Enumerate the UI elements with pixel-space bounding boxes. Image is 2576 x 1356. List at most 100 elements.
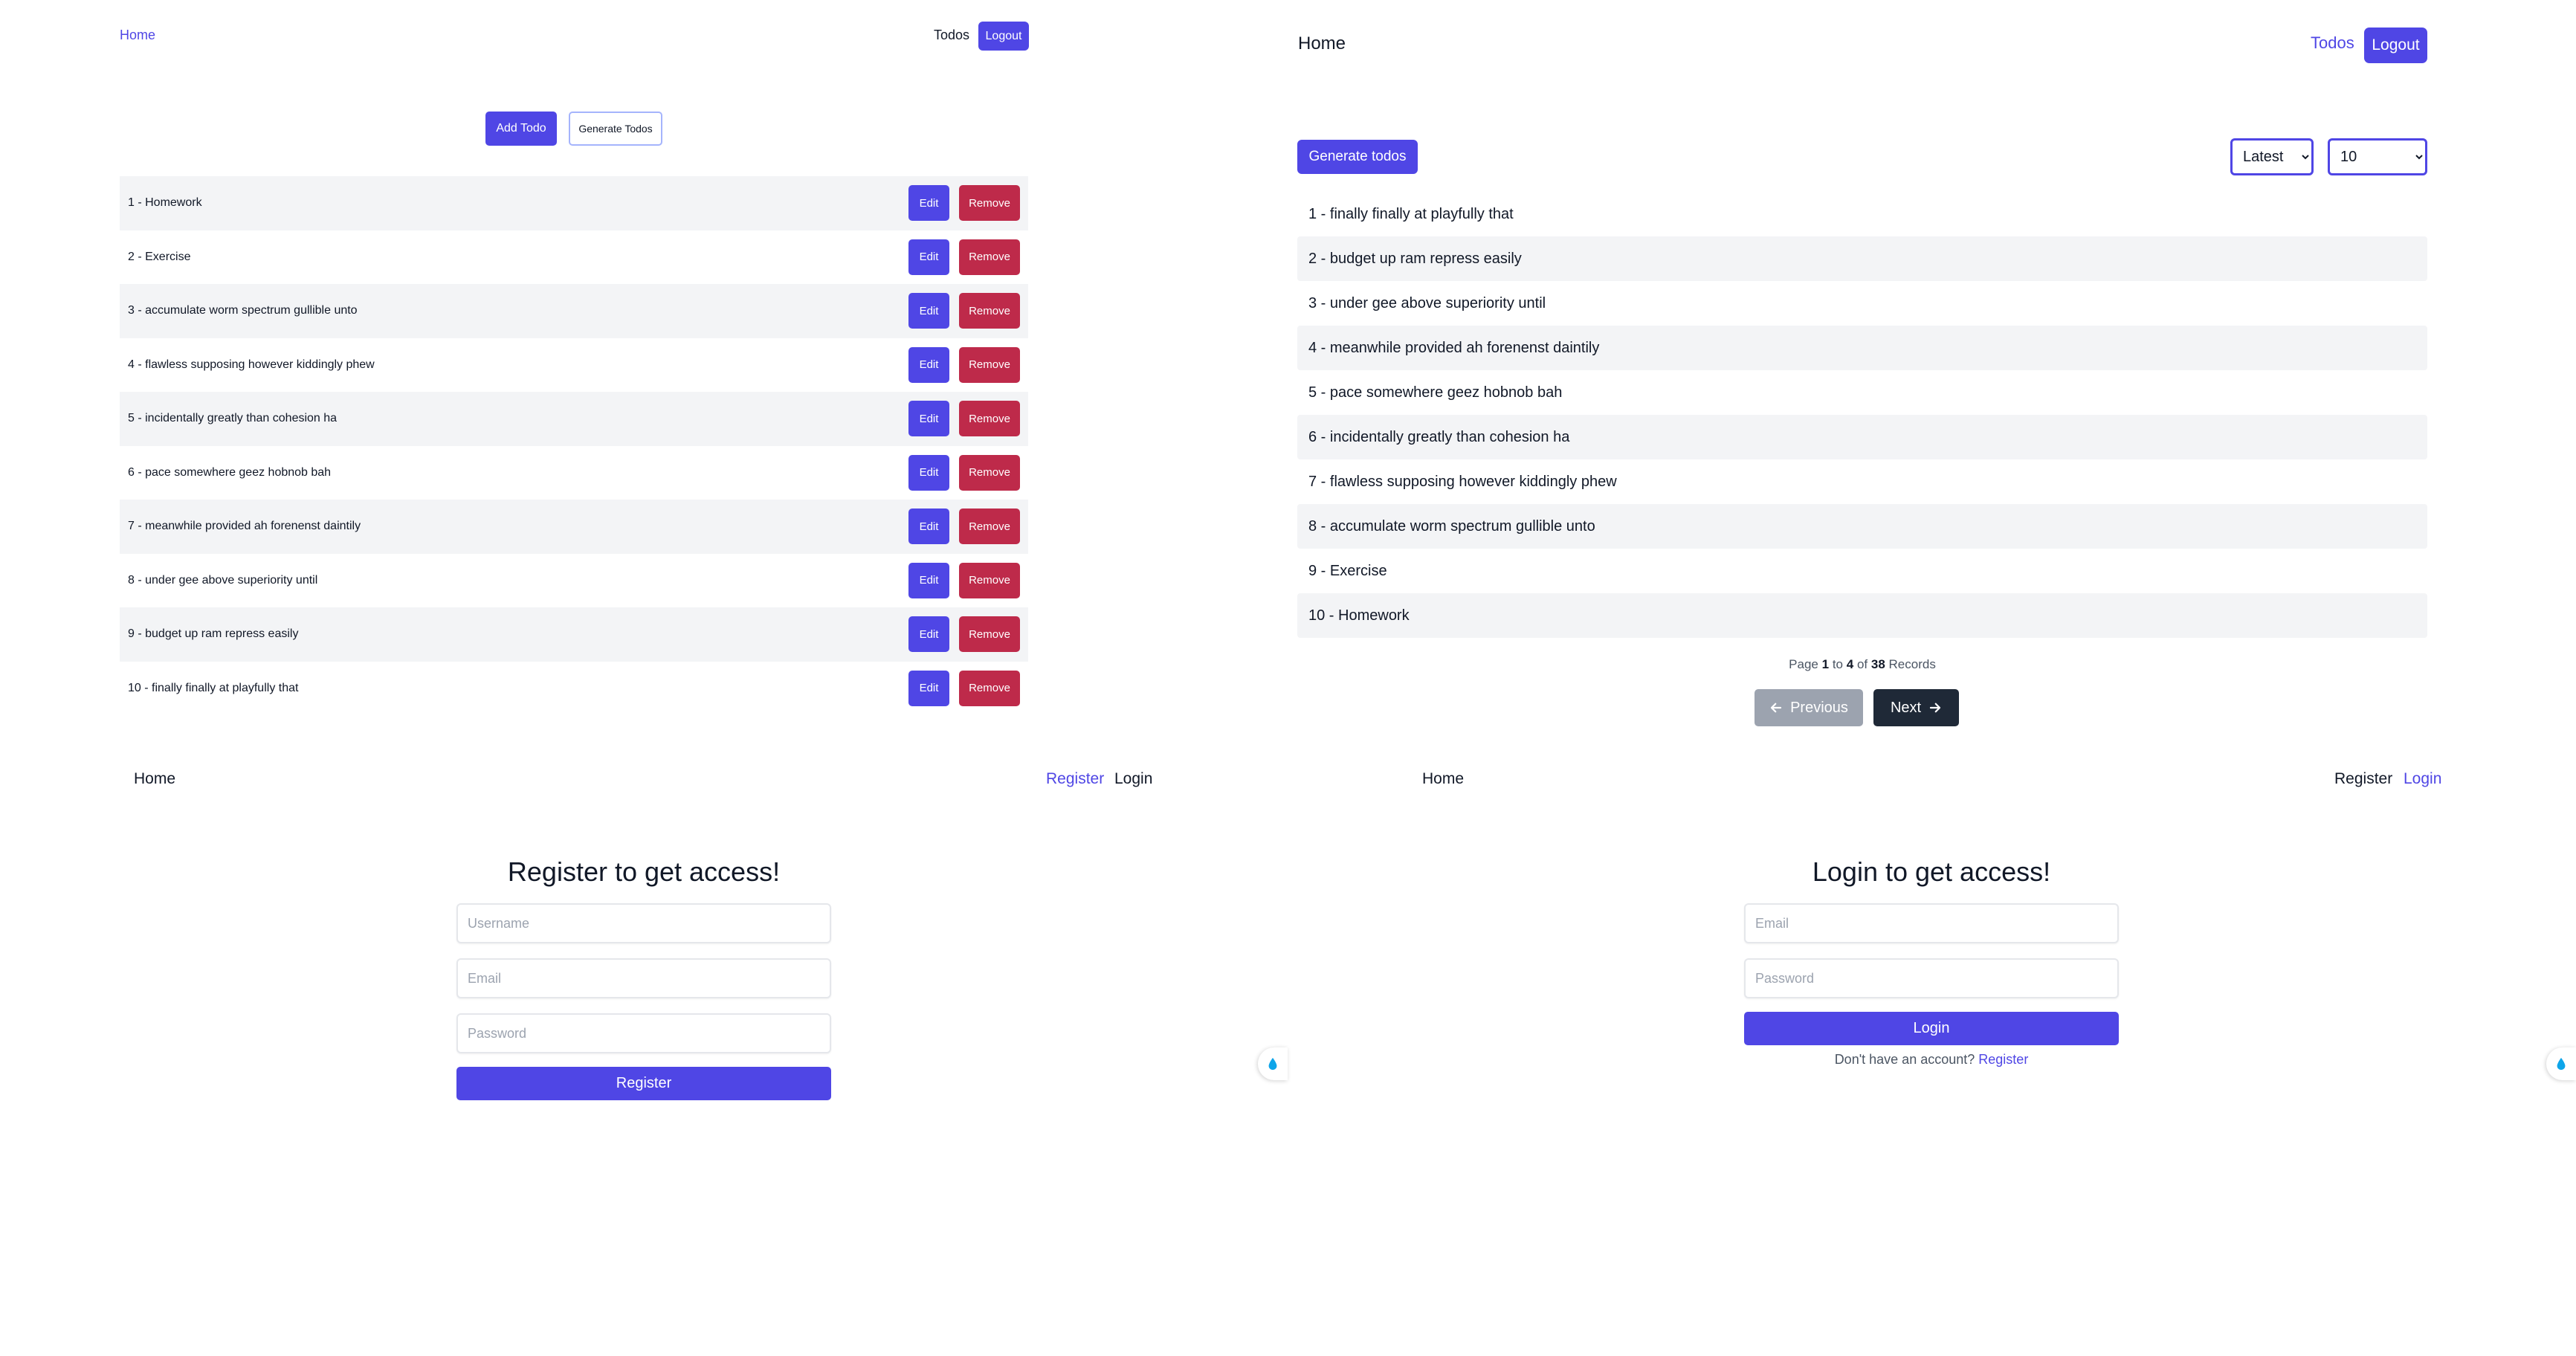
logout-button[interactable]: Logout: [978, 22, 1029, 51]
todo-text: 3 - under gee above superiority until: [1308, 294, 1546, 311]
todo-row: 10 - finally finally at playfully that E…: [120, 662, 1028, 716]
nav-todos-link[interactable]: Todos: [934, 28, 969, 43]
edit-button[interactable]: Edit: [908, 562, 949, 598]
remove-button[interactable]: Remove: [959, 293, 1020, 329]
previous-button[interactable]: Previous: [1755, 689, 1863, 726]
todo-text: 9 - Exercise: [1308, 562, 1387, 579]
arrow-left-icon: [1770, 703, 1782, 713]
email-field[interactable]: [456, 958, 831, 998]
arrow-right-icon: [1929, 703, 1941, 713]
previous-label: Previous: [1790, 699, 1848, 716]
todo-text: 9 - budget up ram repress easily: [128, 627, 299, 641]
todo-row: 4 - flawless supposing however kiddingly…: [120, 338, 1028, 393]
logout-button[interactable]: Logout: [2364, 28, 2427, 63]
generate-todos-button[interactable]: Generate todos: [1297, 140, 1418, 174]
droplet-icon: [1268, 1057, 1277, 1071]
side-widget-button[interactable]: [2546, 1047, 2576, 1080]
nav-login-link[interactable]: Login: [1114, 770, 1152, 788]
records-label: Records: [1888, 657, 1936, 671]
todo-row: 9 - budget up ram repress easily Edit Re…: [120, 607, 1028, 662]
nav-todos-link[interactable]: Todos: [2311, 33, 2354, 53]
todo-text: 3 - accumulate worm spectrum gullible un…: [128, 304, 358, 317]
remove-button[interactable]: Remove: [959, 454, 1020, 491]
nav-home-link[interactable]: Home: [120, 28, 155, 43]
nav-home-link[interactable]: Home: [1298, 33, 1346, 54]
todo-text: 8 - under gee above superiority until: [128, 573, 318, 587]
todo-text: 2 - Exercise: [128, 250, 191, 263]
edit-button[interactable]: Edit: [908, 616, 949, 653]
list-item: 1 - finally finally at playfully that: [1297, 192, 2427, 236]
list-item: 3 - under gee above superiority until: [1297, 281, 2427, 326]
list-item: 7 - flawless supposing however kiddingly…: [1297, 459, 2427, 504]
list-item: 10 - Homework: [1297, 593, 2427, 638]
list-item: 5 - pace somewhere geez hobnob bah: [1297, 370, 2427, 415]
generate-todos-button[interactable]: Generate Todos: [569, 112, 662, 146]
edit-button[interactable]: Edit: [908, 508, 949, 545]
edit-button[interactable]: Edit: [908, 293, 949, 329]
todo-text: 4 - flawless supposing however kiddingly…: [128, 358, 375, 371]
remove-button[interactable]: Remove: [959, 401, 1020, 437]
todo-text: 6 - incidentally greatly than cohesion h…: [1308, 428, 1570, 445]
list-item: 2 - budget up ram repress easily: [1297, 236, 2427, 281]
todo-text: 5 - pace somewhere geez hobnob bah: [1308, 384, 1563, 401]
nav-login-link[interactable]: Login: [2404, 770, 2441, 788]
nav-home-link[interactable]: Home: [134, 770, 175, 788]
todo-text: 1 - finally finally at playfully that: [1308, 205, 1514, 222]
register-button[interactable]: Register: [456, 1067, 831, 1100]
remove-button[interactable]: Remove: [959, 670, 1020, 706]
edit-button[interactable]: Edit: [908, 239, 949, 275]
edit-button[interactable]: Edit: [908, 401, 949, 437]
remove-button[interactable]: Remove: [959, 562, 1020, 598]
todo-text: 7 - meanwhile provided ah forenenst dain…: [128, 520, 361, 533]
todo-text: 10 - finally finally at playfully that: [128, 681, 299, 694]
username-field[interactable]: [456, 903, 831, 943]
remove-button[interactable]: Remove: [959, 185, 1020, 222]
password-field[interactable]: [1744, 958, 2119, 998]
edit-button[interactable]: Edit: [908, 454, 949, 491]
todo-row: 3 - accumulate worm spectrum gullible un…: [120, 284, 1028, 338]
record-count: 38: [1870, 657, 1885, 671]
todo-row: 2 - Exercise Edit Remove: [120, 230, 1028, 285]
list-item: 9 - Exercise: [1297, 549, 2427, 593]
edit-button[interactable]: Edit: [908, 185, 949, 222]
current-page: 1: [1821, 657, 1830, 671]
todo-row: 6 - pace somewhere geez hobnob bah Edit …: [120, 446, 1028, 500]
todo-text: 4 - meanwhile provided ah forenenst dain…: [1308, 339, 1600, 356]
remove-button[interactable]: Remove: [959, 616, 1020, 653]
next-label: Next: [1890, 699, 1922, 716]
todo-text: 6 - pace somewhere geez hobnob bah: [128, 465, 332, 479]
todo-text: 10 - Homework: [1308, 607, 1410, 624]
password-field[interactable]: [456, 1013, 831, 1053]
register-prompt-text: Don't have an account?: [1834, 1052, 1975, 1067]
email-field[interactable]: [1744, 903, 2119, 943]
login-button[interactable]: Login: [1744, 1012, 2119, 1045]
of-label: of: [1856, 657, 1868, 671]
todo-row: 1 - Homework Edit Remove: [120, 176, 1028, 230]
todo-list: 1 - Homework Edit Remove 2 - Exercise Ed…: [120, 176, 1028, 715]
register-prompt: Don't have an account? Register: [1744, 1052, 2119, 1068]
register-link[interactable]: Register: [1978, 1052, 2028, 1067]
nav-register-link[interactable]: Register: [1046, 770, 1104, 788]
todo-text: 5 - incidentally greatly than cohesion h…: [128, 412, 338, 425]
nav-home-link[interactable]: Home: [1422, 770, 1464, 788]
sort-select[interactable]: Latest: [2230, 138, 2314, 175]
droplet-icon: [2557, 1057, 2566, 1071]
next-button[interactable]: Next: [1873, 689, 1959, 726]
todo-list: 1 - finally finally at playfully that 2 …: [1297, 192, 2427, 638]
side-widget-button[interactable]: [1258, 1047, 1288, 1080]
total-pages: 4: [1846, 657, 1854, 671]
add-todo-button[interactable]: Add Todo: [485, 112, 557, 146]
todo-text: 8 - accumulate worm spectrum gullible un…: [1308, 517, 1595, 535]
remove-button[interactable]: Remove: [959, 508, 1020, 545]
nav-register-link[interactable]: Register: [2334, 770, 2392, 788]
list-item: 6 - incidentally greatly than cohesion h…: [1297, 415, 2427, 459]
edit-button[interactable]: Edit: [908, 670, 949, 706]
page-title: Login to get access!: [1812, 856, 2051, 887]
page-size-select[interactable]: 10: [2328, 138, 2427, 175]
todo-text: 1 - Homework: [128, 196, 202, 210]
pagination-info: Page 1 to 4 of 38 Records: [1297, 657, 2427, 672]
remove-button[interactable]: Remove: [959, 346, 1020, 383]
edit-button[interactable]: Edit: [908, 346, 949, 383]
todo-row: 5 - incidentally greatly than cohesion h…: [120, 392, 1028, 446]
remove-button[interactable]: Remove: [959, 239, 1020, 275]
